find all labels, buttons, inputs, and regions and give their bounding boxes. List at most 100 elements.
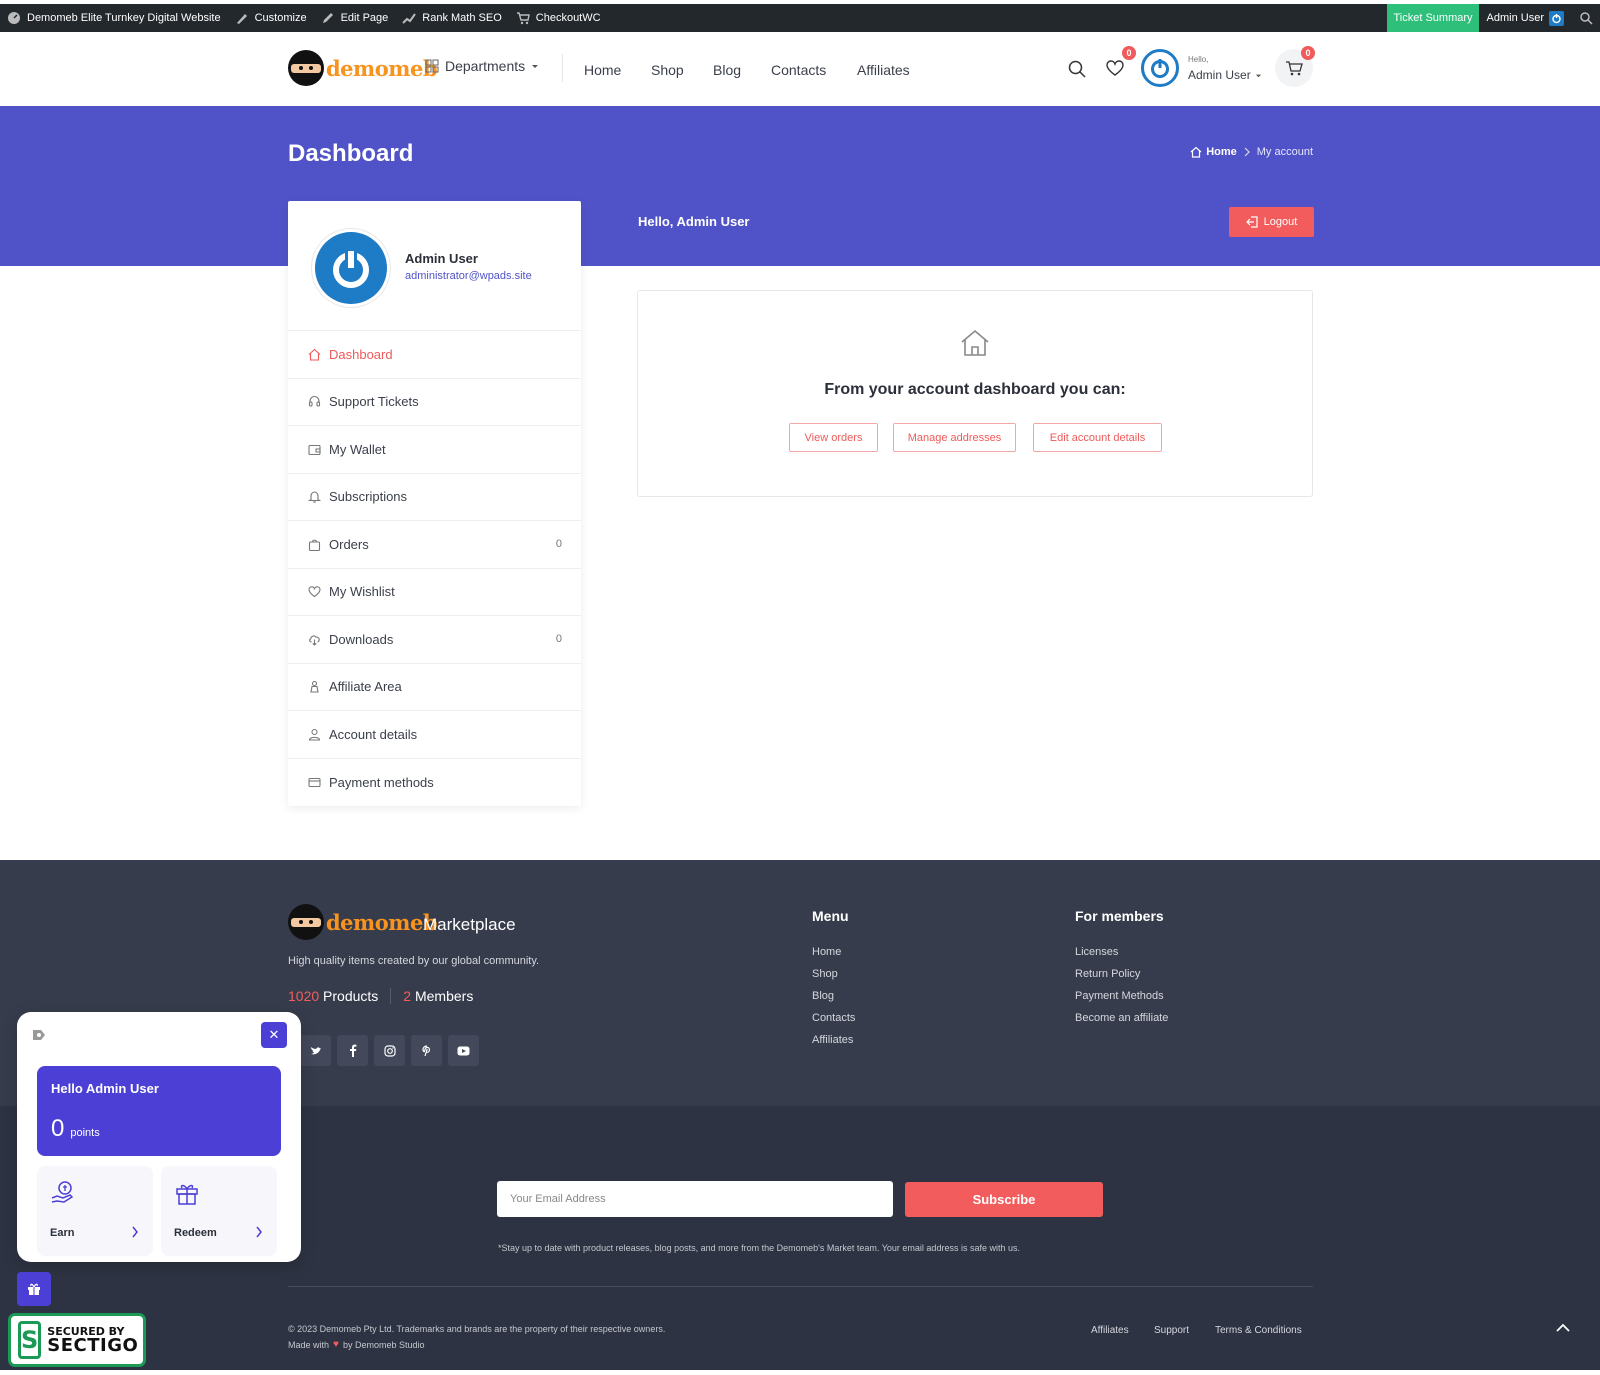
header-search-button[interactable] — [1068, 60, 1086, 78]
facebook-link[interactable] — [337, 1035, 368, 1066]
footer-link-contacts[interactable]: Contacts — [812, 1012, 855, 1024]
affiliate-icon — [308, 680, 321, 693]
account-menu-orders[interactable]: Orders 0 — [288, 521, 581, 569]
close-widget-button[interactable]: ✕ — [261, 1022, 287, 1048]
logo-text: demomeb — [326, 55, 438, 81]
account-menu-label: Account details — [329, 726, 418, 742]
nav-home[interactable]: Home — [584, 62, 621, 78]
departments-menu[interactable]: Departments — [425, 58, 539, 74]
header-user-menu[interactable]: Admin User — [1188, 68, 1262, 82]
newsletter-fine-print: *Stay up to date with product releases, … — [498, 1243, 1020, 1253]
admin-bar-user[interactable]: Admin User — [1479, 10, 1572, 26]
ninja-logo-icon — [288, 50, 324, 86]
chevron-right-icon — [1244, 147, 1250, 157]
youtube-icon — [457, 1046, 470, 1055]
dashboard-gauge-icon — [8, 12, 20, 24]
twitter-link[interactable] — [300, 1035, 331, 1066]
edit-account-details-button[interactable]: Edit account details — [1033, 423, 1162, 452]
footer-link-return-policy[interactable]: Return Policy — [1075, 968, 1140, 980]
headset-icon — [308, 395, 321, 408]
header-avatar[interactable] — [1141, 49, 1179, 87]
footer-logo[interactable]: demomeb — [288, 904, 438, 940]
account-menu-count: 0 — [555, 538, 562, 551]
logout-button[interactable]: Logout — [1229, 207, 1314, 237]
edit-page-label: Edit Page — [340, 12, 389, 24]
footer-link-affiliates[interactable]: Affiliates — [812, 1034, 853, 1046]
nav-shop[interactable]: Shop — [651, 62, 684, 78]
close-icon: ✕ — [268, 1027, 280, 1042]
admin-bar-customize[interactable]: Customize — [228, 4, 314, 32]
account-menu-label: Dashboard — [329, 346, 393, 362]
footer-link-shop[interactable]: Shop — [812, 968, 838, 980]
pinterest-link[interactable] — [411, 1035, 442, 1066]
members-label: Members — [414, 988, 474, 1004]
admin-bar-checkoutwc[interactable]: CheckoutWC — [509, 4, 608, 32]
footer-link-blog[interactable]: Blog — [812, 990, 834, 1002]
footer-link-payment-methods[interactable]: Payment Methods — [1075, 990, 1164, 1002]
profile-email: administrator@wpads.site — [405, 270, 532, 282]
admin-bar-avatar — [1549, 10, 1564, 26]
ticket-summary-button[interactable]: Ticket Summary — [1387, 4, 1479, 32]
account-menu-payment-methods[interactable]: Payment methods — [288, 759, 581, 807]
account-menu-subscriptions[interactable]: Subscriptions — [288, 474, 581, 521]
account-sidebar: Admin User administrator@wpads.site Dash… — [288, 201, 581, 806]
instagram-icon — [383, 1044, 396, 1057]
admin-bar-edit-page[interactable]: Edit Page — [314, 4, 396, 32]
nav-affiliates[interactable]: Affiliates — [857, 62, 910, 78]
sectigo-line2: SECTIGO — [47, 1334, 139, 1356]
made-by-label: by Demomeb Studio — [342, 1339, 425, 1350]
points-value: 0 — [51, 1115, 65, 1142]
site-logo[interactable]: demomeb — [288, 50, 438, 86]
rewards-launcher-button[interactable] — [17, 1272, 51, 1306]
admin-bar-rank-math[interactable]: Rank Math SEO — [395, 4, 508, 32]
account-menu-my-wishlist[interactable]: My Wishlist — [288, 569, 581, 616]
account-menu-my-wallet[interactable]: My Wallet — [288, 426, 581, 474]
bottom-link-terms[interactable]: Terms & Conditions — [1215, 1325, 1302, 1336]
account-menu-label: Downloads — [329, 631, 394, 647]
footer-link-licenses[interactable]: Licenses — [1075, 946, 1118, 958]
account-menu-account-details[interactable]: Account details — [288, 711, 581, 759]
wallet-icon — [308, 443, 321, 456]
youtube-link[interactable] — [448, 1035, 479, 1066]
page-hero: Dashboard Home My account Hello, Admin U… — [0, 106, 1600, 266]
account-menu-label: My Wishlist — [329, 584, 395, 600]
redeem-tile[interactable]: Redeem — [161, 1166, 277, 1256]
nav-blog[interactable]: Blog — [713, 62, 741, 78]
chevron-right-icon — [255, 1226, 263, 1238]
manage-addresses-button[interactable]: Manage addresses — [893, 423, 1016, 452]
cart-count-badge: 0 — [1301, 46, 1315, 60]
points-balance: 0 points — [51, 1115, 100, 1143]
redeem-label: Redeem — [174, 1227, 217, 1239]
header-wishlist-button[interactable] — [1106, 60, 1124, 77]
bottom-link-affiliates[interactable]: Affiliates — [1091, 1325, 1129, 1336]
gift-icon — [28, 1283, 40, 1295]
admin-bar-search[interactable] — [1572, 4, 1600, 32]
earn-tile[interactable]: Earn — [37, 1166, 153, 1256]
footer-divider — [288, 1286, 1313, 1287]
home-icon — [308, 348, 321, 361]
account-menu-label: Subscriptions — [329, 489, 408, 505]
account-menu-affiliate-area[interactable]: Affiliate Area — [288, 664, 581, 711]
account-menu-label: Support Tickets — [329, 394, 419, 410]
account-menu-label: Orders — [329, 536, 369, 552]
grid-icon — [425, 59, 439, 73]
account-menu-dashboard[interactable]: Dashboard — [288, 331, 581, 379]
instagram-link[interactable] — [374, 1035, 405, 1066]
bottom-link-support[interactable]: Support — [1154, 1325, 1189, 1336]
footer-link-home[interactable]: Home — [812, 946, 841, 958]
customize-label: Customize — [254, 12, 307, 24]
subscribe-button[interactable]: Subscribe — [905, 1182, 1103, 1217]
admin-bar-site[interactable]: Demomeb Elite Turnkey Digital Website — [0, 4, 228, 32]
account-menu-support-tickets[interactable]: Support Tickets — [288, 379, 581, 426]
footer-link-become-affiliate[interactable]: Become an affiliate — [1075, 1012, 1168, 1024]
bag-icon — [308, 538, 321, 551]
view-orders-button[interactable]: View orders — [789, 423, 878, 452]
points-label: points — [70, 1127, 100, 1139]
account-menu-downloads[interactable]: Downloads 0 — [288, 616, 581, 664]
account-menu-count: 0 — [555, 633, 562, 646]
back-to-top-button[interactable] — [1556, 1323, 1570, 1332]
breadcrumb-home[interactable]: Home — [1190, 146, 1237, 158]
newsletter-email-input[interactable] — [497, 1181, 893, 1217]
sectigo-seal[interactable]: S SECURED BY SECTIGO — [8, 1313, 146, 1367]
nav-contacts[interactable]: Contacts — [771, 62, 826, 78]
